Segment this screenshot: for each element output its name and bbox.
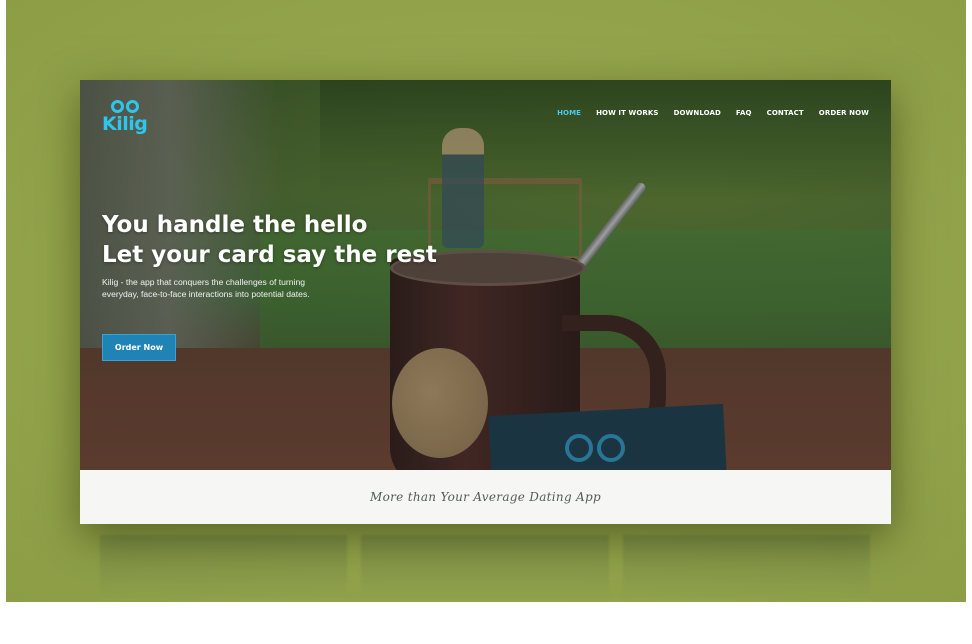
- faded-reflection-card: [622, 535, 870, 602]
- tagline-text: More than Your Average Dating App: [370, 490, 601, 504]
- nav-item-contact[interactable]: CONTACT: [767, 109, 804, 117]
- hero-headline: You handle the hello Let your card say t…: [102, 210, 437, 270]
- nav-item-how-it-works[interactable]: HOW IT WORKS: [596, 109, 659, 117]
- tagline-section: More than Your Average Dating App: [80, 470, 891, 524]
- hero-subtext: Kilig - the app that conquers the challe…: [102, 276, 362, 300]
- brand-logo[interactable]: Kilig: [102, 100, 148, 138]
- bottom-strip: [6, 602, 966, 644]
- faded-reflection-card: [100, 535, 348, 602]
- main-nav: HOME HOW IT WORKS DOWNLOAD FAQ CONTACT O…: [557, 109, 869, 117]
- nav-item-order-now[interactable]: ORDER NOW: [819, 109, 869, 117]
- hero-overlay: [80, 80, 891, 470]
- hero-headline-line-1: You handle the hello: [102, 212, 368, 238]
- website-mockup: Kilig HOME HOW IT WORKS DOWNLOAD FAQ CON…: [80, 80, 891, 524]
- order-now-button[interactable]: Order Now: [102, 334, 176, 361]
- faded-reflection-row: [100, 535, 870, 602]
- logo-hearts-icon: [110, 100, 140, 114]
- nav-item-home[interactable]: HOME: [557, 109, 581, 117]
- faded-reflection-card: [361, 535, 609, 602]
- hero-subtext-line-1: Kilig - the app that conquers the challe…: [102, 277, 306, 287]
- nav-item-download[interactable]: DOWNLOAD: [674, 109, 721, 117]
- logo-text: Kilig: [102, 113, 148, 135]
- hero-subtext-line-2: everyday, face-to-face interactions into…: [102, 289, 310, 299]
- nav-item-faq[interactable]: FAQ: [736, 109, 752, 117]
- hero-section: Kilig HOME HOW IT WORKS DOWNLOAD FAQ CON…: [80, 80, 891, 470]
- hero-headline-line-2: Let your card say the rest: [102, 242, 437, 268]
